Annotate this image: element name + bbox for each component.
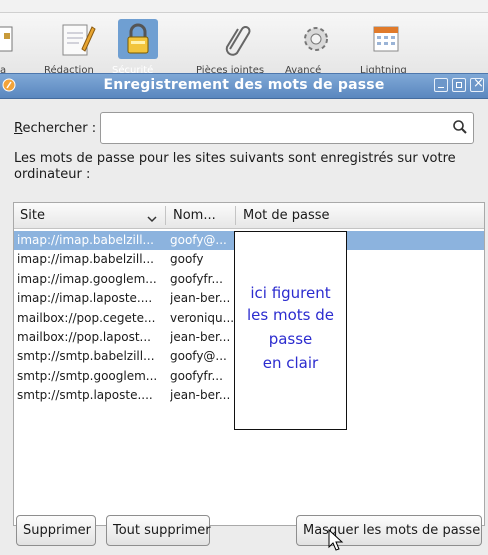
dialog-title: Enregistrement des mots de passe xyxy=(103,77,385,93)
search-label-text: echercher : xyxy=(22,121,97,136)
delete-all-button-label: Tout supprimer xyxy=(113,523,211,538)
cell-nom: goofy xyxy=(170,252,204,267)
minimize-icon[interactable] xyxy=(434,78,448,92)
description-text: Les mots de passe pour les sites suivant… xyxy=(14,151,456,182)
search-icon[interactable] xyxy=(452,119,468,135)
notepad-pencil-icon[interactable] xyxy=(56,19,96,59)
gear-icon[interactable] xyxy=(296,19,336,59)
cell-nom: veroniqu... xyxy=(170,310,235,325)
annotation-line: en clair xyxy=(262,354,319,372)
cell-site: imap://imap.googlem... xyxy=(17,271,157,286)
maximize-icon[interactable] xyxy=(452,78,466,92)
padlock-icon[interactable] xyxy=(118,19,158,59)
cell-nom: goofyfr... xyxy=(170,368,223,383)
cell-nom: jean-ber... xyxy=(170,291,231,306)
chevron-down-icon[interactable] xyxy=(147,212,157,223)
cell-site: imap://imap.babelzill... xyxy=(17,252,154,267)
search-label: Rechercher : xyxy=(14,121,96,136)
cell-site: mailbox://pop.cegete... xyxy=(17,310,156,325)
annotation-box: ici figurent les mots de passe en clair xyxy=(234,231,347,430)
cell-site: smtp://smtp.laposte.... xyxy=(17,388,153,403)
cell-site: smtp://smtp.googlem... xyxy=(17,368,158,383)
calendar-icon[interactable] xyxy=(366,19,406,59)
column-divider[interactable] xyxy=(165,206,166,225)
cell-nom: goofy@... xyxy=(170,233,227,247)
search-input[interactable] xyxy=(100,112,474,144)
close-icon[interactable] xyxy=(470,76,484,92)
column-divider[interactable] xyxy=(235,206,236,225)
paperclip-icon[interactable] xyxy=(216,19,256,59)
cell-site: mailbox://pop.lapost... xyxy=(17,330,151,344)
parent-window-edge xyxy=(0,0,488,13)
column-header-site[interactable]: Site xyxy=(20,208,45,223)
cell-nom: goofyfr... xyxy=(170,271,223,286)
delete-all-button[interactable]: Tout supprimer xyxy=(106,515,211,546)
column-header-nom[interactable]: Nom... xyxy=(173,208,216,223)
cell-nom: goofy@... xyxy=(170,349,227,364)
mouse-cursor-icon xyxy=(328,528,344,551)
cell-site: imap://imap.laposte.... xyxy=(17,291,153,306)
delete-button-label: Supprimer xyxy=(23,523,91,538)
table-header: Site Nom... Mot de passe xyxy=(14,203,484,229)
cell-nom: jean-ber... xyxy=(170,388,231,403)
hide-passwords-button[interactable]: Masquer les mots de passe xyxy=(296,515,482,546)
preferences-toolbar: a Rédaction Sécurité Pièces jointes Avan… xyxy=(0,13,488,76)
document-partial-icon[interactable] xyxy=(0,19,18,59)
column-header-password[interactable]: Mot de passe xyxy=(243,208,330,223)
annotation-line: ici figurent xyxy=(250,284,331,302)
annotation-line: passe xyxy=(268,330,313,348)
delete-button[interactable]: Supprimer xyxy=(16,515,96,546)
annotation-line: les mots de xyxy=(247,306,334,324)
cell-site: smtp://smtp.babelzill... xyxy=(17,349,155,364)
cell-site: imap://imap.babelzill... xyxy=(17,233,154,247)
cell-nom: jean-ber... xyxy=(170,330,231,344)
dialog-titlebar[interactable]: Enregistrement des mots de passe xyxy=(0,73,488,99)
